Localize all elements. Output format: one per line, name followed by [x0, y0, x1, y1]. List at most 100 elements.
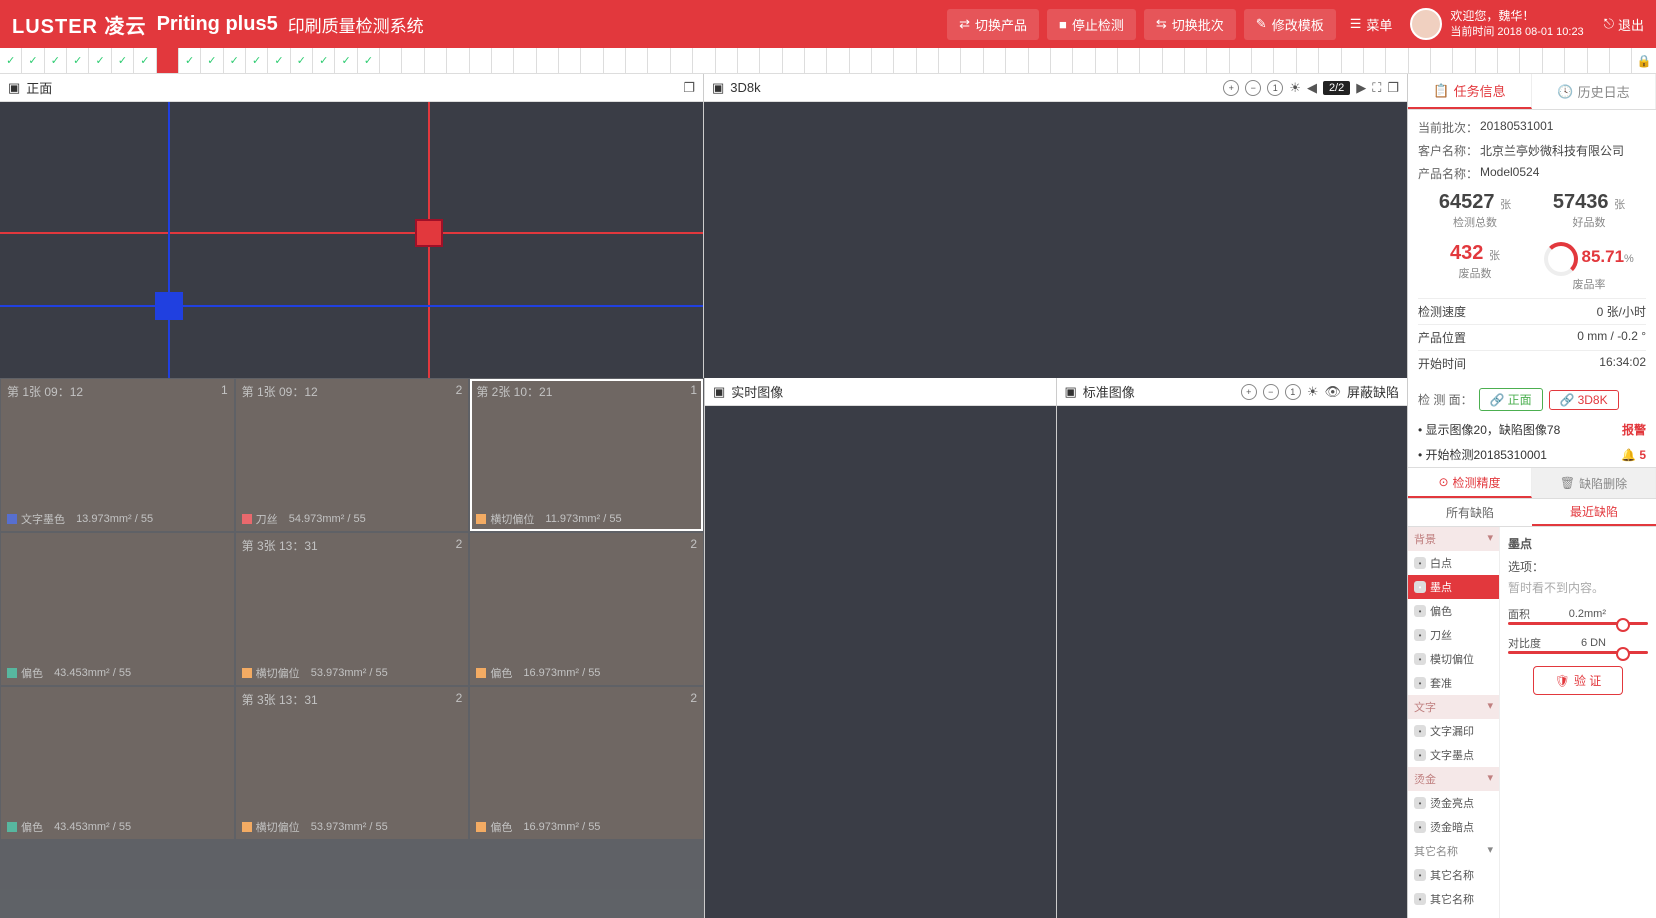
- status-cell[interactable]: [157, 48, 179, 73]
- defect-item[interactable]: •其它名称: [1408, 887, 1499, 911]
- status-cell[interactable]: [1073, 48, 1095, 73]
- status-cell[interactable]: ✓: [268, 48, 290, 73]
- brightness-icon[interactable]: ☀: [1307, 384, 1319, 400]
- status-cell[interactable]: ✓: [201, 48, 223, 73]
- status-cell[interactable]: [1431, 48, 1453, 73]
- status-cell[interactable]: [1342, 48, 1364, 73]
- expand-icon[interactable]: ⛶: [1372, 80, 1381, 96]
- status-cell[interactable]: [1364, 48, 1386, 73]
- status-cell[interactable]: ✓: [313, 48, 335, 73]
- status-cell[interactable]: [1274, 48, 1296, 73]
- status-cell[interactable]: ✓: [224, 48, 246, 73]
- status-cell[interactable]: ✓: [291, 48, 313, 73]
- status-cell[interactable]: [1051, 48, 1073, 73]
- standard-canvas[interactable]: [1057, 406, 1408, 918]
- status-cell[interactable]: [402, 48, 424, 73]
- defect-item[interactable]: •模切偏位: [1408, 647, 1499, 671]
- status-cell[interactable]: [1565, 48, 1587, 73]
- defect-group[interactable]: 烫金▾: [1408, 767, 1499, 791]
- hide-defect-label[interactable]: 屏蔽缺陷: [1347, 382, 1399, 401]
- status-cell[interactable]: [447, 48, 469, 73]
- defect-item[interactable]: •白点: [1408, 551, 1499, 575]
- defect-item[interactable]: •文字漏印: [1408, 719, 1499, 743]
- status-cell[interactable]: [939, 48, 961, 73]
- defect-group[interactable]: 其它名称▾: [1408, 839, 1499, 863]
- status-cell[interactable]: [850, 48, 872, 73]
- status-cell[interactable]: [1230, 48, 1252, 73]
- edit-template-button[interactable]: ✎修改模板: [1244, 9, 1336, 40]
- status-cell[interactable]: [1096, 48, 1118, 73]
- status-cell[interactable]: [1118, 48, 1140, 73]
- status-cell[interactable]: [1476, 48, 1498, 73]
- realtime-canvas[interactable]: [705, 406, 1056, 918]
- status-cell[interactable]: [1409, 48, 1431, 73]
- switch-batch-button[interactable]: ⇆切换批次: [1144, 9, 1236, 40]
- defect-item[interactable]: •刀丝: [1408, 623, 1499, 647]
- status-cell[interactable]: [1610, 48, 1632, 73]
- tab-recent-defects[interactable]: 最近缺陷: [1532, 499, 1656, 526]
- zoom-in-icon[interactable]: +: [1223, 80, 1239, 96]
- status-cell[interactable]: ✓: [358, 48, 380, 73]
- defect-item[interactable]: •其它名称: [1408, 863, 1499, 887]
- status-cell[interactable]: [827, 48, 849, 73]
- status-cell[interactable]: [760, 48, 782, 73]
- status-cell[interactable]: [1207, 48, 1229, 73]
- status-cell[interactable]: [648, 48, 670, 73]
- stop-detect-button[interactable]: ■停止检测: [1047, 9, 1136, 40]
- zoom-in-icon[interactable]: +: [1241, 384, 1257, 400]
- area-slider[interactable]: [1508, 622, 1648, 625]
- status-cell[interactable]: [1297, 48, 1319, 73]
- status-cell[interactable]: [805, 48, 827, 73]
- status-cell[interactable]: [581, 48, 603, 73]
- defect-item[interactable]: •烫金暗点: [1408, 815, 1499, 839]
- defect-item[interactable]: •烫金亮点: [1408, 791, 1499, 815]
- status-cell[interactable]: ✓: [89, 48, 111, 73]
- status-cell[interactable]: [1520, 48, 1542, 73]
- thumbnail[interactable]: 第 1张 09：122 刀丝 54.973mm² / 55: [236, 379, 469, 531]
- thumbnail[interactable]: 偏色 43.453mm² / 55: [1, 533, 234, 685]
- status-cell[interactable]: ✓: [179, 48, 201, 73]
- thumbnail[interactable]: 第 2张 10：211 横切偏位 11.973mm² / 55: [470, 379, 703, 531]
- thumbnail[interactable]: 第 3张 13：312 横切偏位 53.973mm² / 55: [236, 687, 469, 839]
- status-cell[interactable]: [1498, 48, 1520, 73]
- thumbnail[interactable]: 2 偏色 16.973mm² / 55: [470, 687, 703, 839]
- status-cell[interactable]: [425, 48, 447, 73]
- status-cell[interactable]: ✓: [335, 48, 357, 73]
- status-cell[interactable]: ✓: [246, 48, 268, 73]
- status-cell[interactable]: [671, 48, 693, 73]
- status-cell[interactable]: [380, 48, 402, 73]
- hide-defect-icon[interactable]: 👁: [1324, 384, 1341, 400]
- defect-item[interactable]: •墨点: [1408, 575, 1499, 599]
- thumbnail[interactable]: 偏色 43.453mm² / 55: [1, 687, 234, 839]
- status-cell[interactable]: [894, 48, 916, 73]
- status-cell[interactable]: [783, 48, 805, 73]
- status-cell[interactable]: ✓: [134, 48, 156, 73]
- status-cell[interactable]: ✓: [45, 48, 67, 73]
- status-cell[interactable]: [559, 48, 581, 73]
- brightness-icon[interactable]: ☀: [1289, 80, 1301, 96]
- status-cell[interactable]: [470, 48, 492, 73]
- status-cell[interactable]: [1453, 48, 1475, 73]
- status-cell[interactable]: [961, 48, 983, 73]
- status-cell[interactable]: [1140, 48, 1162, 73]
- camera-canvas[interactable]: [704, 102, 1407, 378]
- tab-task-info[interactable]: 📋任务信息: [1408, 74, 1532, 109]
- tab-all-defects[interactable]: 所有缺陷: [1408, 499, 1532, 526]
- menu-button[interactable]: ☰菜单: [1350, 15, 1393, 34]
- status-cell[interactable]: [1386, 48, 1408, 73]
- status-cell[interactable]: [738, 48, 760, 73]
- status-cell[interactable]: [1185, 48, 1207, 73]
- defect-group[interactable]: 文字▾: [1408, 695, 1499, 719]
- maximize-icon[interactable]: ❐: [683, 80, 695, 96]
- next-icon[interactable]: ▶: [1356, 80, 1366, 96]
- chip-3d8k[interactable]: 🔗3D8K: [1549, 390, 1619, 410]
- status-cell[interactable]: [984, 48, 1006, 73]
- status-cell[interactable]: [492, 48, 514, 73]
- status-cell[interactable]: [1163, 48, 1185, 73]
- status-cell[interactable]: ✓: [112, 48, 134, 73]
- defect-group[interactable]: 背景▾: [1408, 527, 1499, 551]
- zoom-out-icon[interactable]: −: [1245, 80, 1261, 96]
- status-cell[interactable]: [1006, 48, 1028, 73]
- zoom-reset-icon[interactable]: 1: [1267, 80, 1283, 96]
- status-cell[interactable]: [514, 48, 536, 73]
